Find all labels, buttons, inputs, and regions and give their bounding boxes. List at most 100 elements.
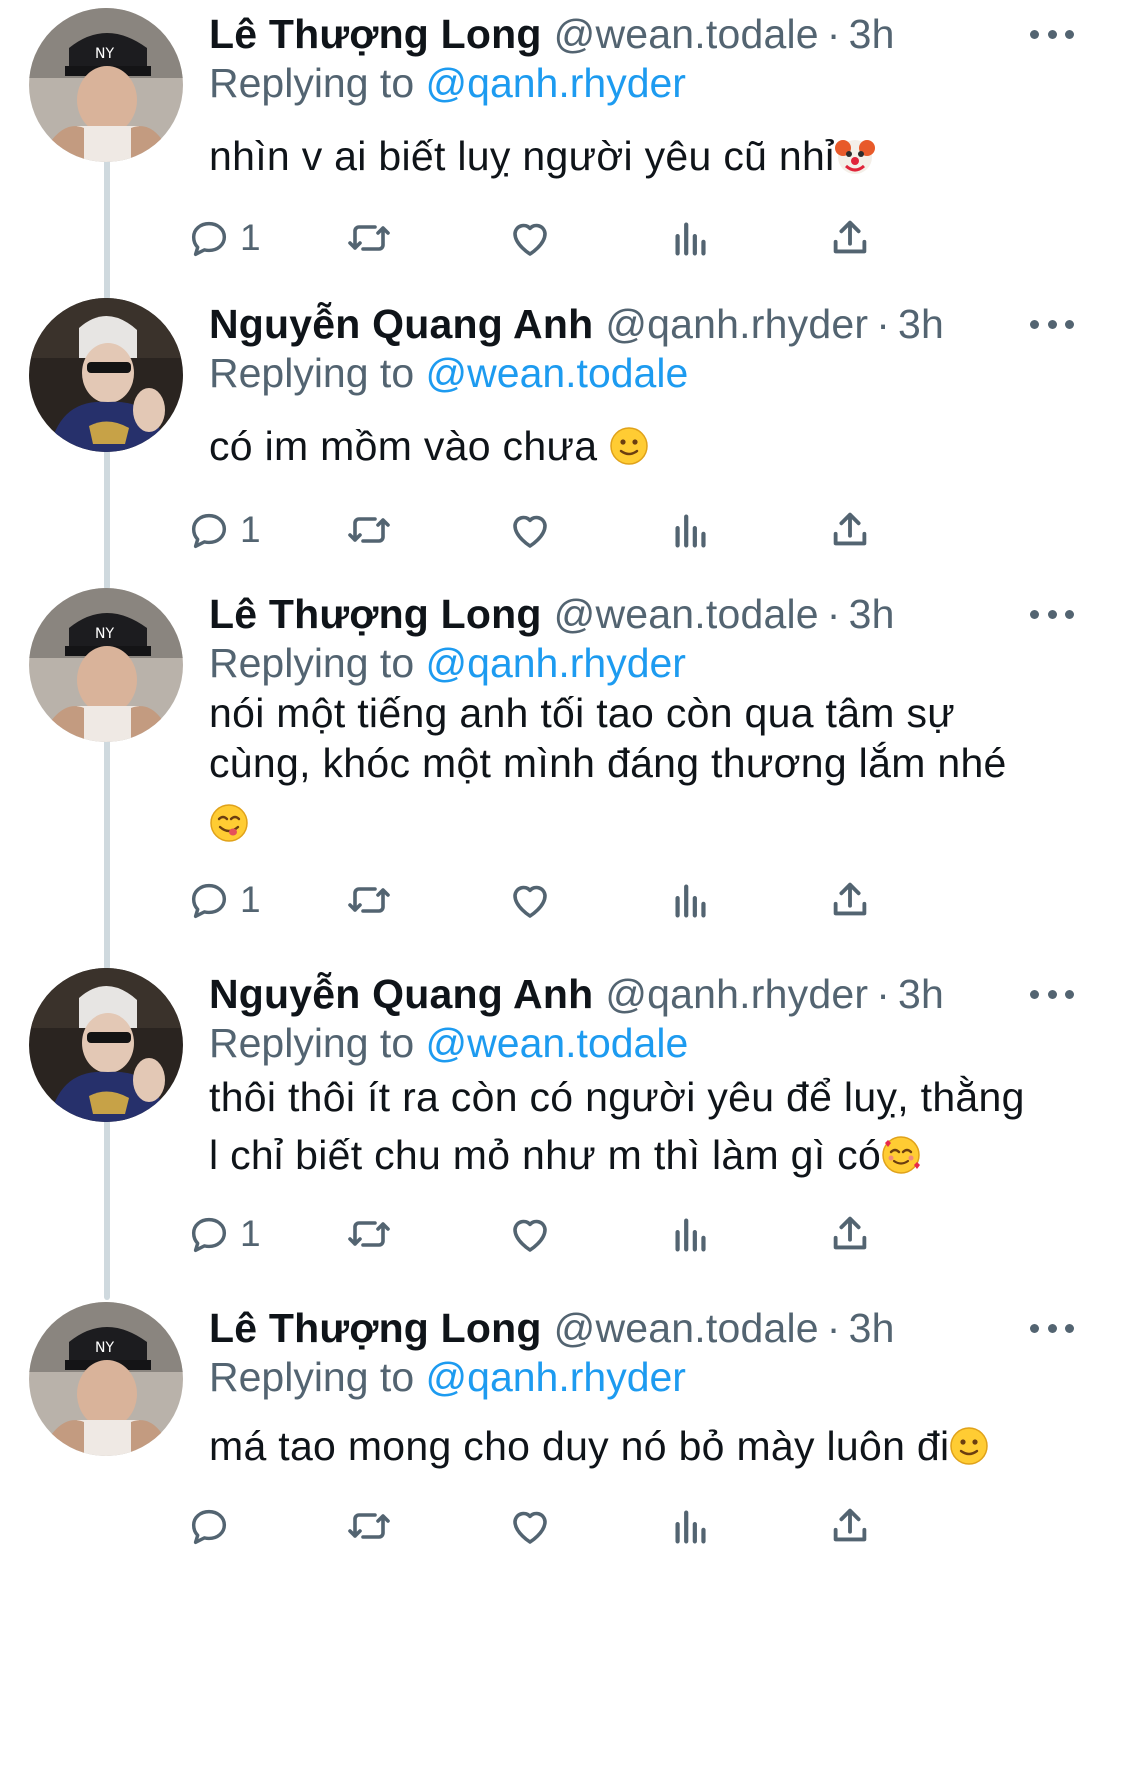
avatar[interactable]: NY — [29, 8, 183, 162]
more-dots-icon[interactable] — [1030, 980, 1074, 1008]
reply-count: 1 — [240, 1213, 261, 1254]
user-handle[interactable]: @wean.todale — [554, 591, 819, 638]
retweet-button[interactable] — [345, 1496, 393, 1556]
like-button[interactable] — [506, 1204, 554, 1264]
views-button[interactable] — [668, 1496, 714, 1556]
tweet-text-line: l chỉ biết chu mỏ như m thì làm gì có — [209, 1132, 882, 1178]
reply-button[interactable]: 1 — [186, 1204, 261, 1264]
views-button[interactable] — [668, 500, 714, 560]
separator-dot: · — [876, 970, 891, 1017]
reply-count: 1 — [240, 217, 261, 258]
heart-icon — [513, 1511, 547, 1544]
tweet-text: nói một tiếng anh tối tao còn qua tâm sự… — [209, 688, 1089, 848]
timestamp[interactable]: 3h — [849, 1305, 895, 1352]
tweet-text-line: cùng, khóc một mình đáng thương lắm nhé — [209, 740, 1007, 786]
user-handle[interactable]: @qanh.rhyder — [605, 301, 868, 348]
display-name[interactable]: Nguyễn Quang Anh — [209, 301, 593, 348]
retweet-button[interactable] — [345, 870, 393, 930]
bar-chart-icon — [675, 514, 706, 548]
views-button[interactable] — [668, 870, 714, 930]
reply-thread: NY Lê Thượng Long @wean.todale · 3h Repl… — [0, 0, 1125, 1786]
tweet-actions — [0, 1496, 1125, 1556]
display-name[interactable]: Lê Thượng Long — [209, 591, 542, 638]
share-button[interactable] — [827, 208, 873, 268]
replying-to-line: Replying to @wean.todale — [209, 1020, 688, 1067]
share-button[interactable] — [827, 870, 873, 930]
like-button[interactable] — [506, 1496, 554, 1556]
separator-dot: · — [826, 1304, 841, 1351]
share-button[interactable] — [827, 500, 873, 560]
reply-bubble-icon — [191, 1217, 227, 1253]
svg-text:NY: NY — [95, 1340, 114, 1356]
like-button[interactable] — [506, 870, 554, 930]
slightly-smiling-face-emoji — [609, 424, 649, 465]
reply-count: 1 — [240, 509, 261, 550]
reply-button[interactable] — [186, 1496, 240, 1556]
replying-to-handle-link[interactable]: @qanh.rhyder — [426, 1354, 686, 1400]
tweet-actions: 1 — [0, 1204, 1125, 1264]
user-handle[interactable]: @qanh.rhyder — [605, 971, 868, 1018]
separator-dot: · — [826, 10, 841, 57]
share-icon — [833, 220, 867, 254]
retweet-button[interactable] — [345, 500, 393, 560]
more-dots-icon[interactable] — [1030, 600, 1074, 628]
avatar[interactable]: NY — [29, 1302, 183, 1456]
retweet-button[interactable] — [345, 208, 393, 268]
retweet-icon — [348, 1221, 390, 1247]
tweet-actions: 1 — [0, 870, 1125, 930]
retweet-icon — [348, 225, 390, 251]
avatar[interactable]: NY — [29, 588, 183, 742]
replying-to-handle-link[interactable]: @qanh.rhyder — [426, 640, 686, 686]
views-button[interactable] — [668, 1204, 714, 1264]
timestamp[interactable]: 3h — [898, 971, 944, 1018]
bar-chart-icon — [675, 884, 706, 918]
share-button[interactable] — [827, 1204, 873, 1264]
replying-to-handle-link[interactable]: @qanh.rhyder — [426, 60, 686, 106]
timestamp[interactable]: 3h — [849, 591, 895, 638]
replying-to-handle-link[interactable]: @wean.todale — [426, 1020, 689, 1066]
user-handle[interactable]: @wean.todale — [554, 11, 819, 58]
share-button[interactable] — [827, 1496, 873, 1556]
user-handle[interactable]: @wean.todale — [554, 1305, 819, 1352]
tweet-text: có im mồm vào chưa — [209, 418, 1089, 474]
share-icon — [833, 1508, 867, 1542]
reply-button[interactable]: 1 — [186, 208, 261, 268]
tweet-text-line: thôi thôi ít ra còn có người yêu để luỵ,… — [209, 1074, 1025, 1120]
retweet-button[interactable] — [345, 1204, 393, 1264]
separator-dot: · — [826, 590, 841, 637]
face-savoring-food-emoji — [209, 803, 249, 843]
display-name[interactable]: Nguyễn Quang Anh — [209, 971, 593, 1018]
reply-bubble-icon — [191, 221, 227, 257]
retweet-icon — [348, 517, 390, 543]
replying-to-handle-link[interactable]: @wean.todale — [426, 350, 689, 396]
like-button[interactable] — [506, 208, 554, 268]
tweet-text: má tao mong cho duy nó bỏ mày luôn đi — [209, 1418, 1089, 1474]
tweet-text: thôi thôi ít ra còn có người yêu để luỵ,… — [209, 1068, 1089, 1184]
like-button[interactable] — [506, 500, 554, 560]
replying-to-label: Replying to — [209, 1354, 415, 1400]
display-name[interactable]: Lê Thượng Long — [209, 11, 542, 58]
heart-icon — [513, 885, 547, 918]
more-dots-icon[interactable] — [1030, 20, 1074, 48]
more-dots-icon[interactable] — [1030, 310, 1074, 338]
replying-to-label: Replying to — [209, 350, 415, 396]
clown-face-emoji — [834, 134, 875, 174]
tweet-text-content: có im mồm vào chưa — [209, 423, 609, 469]
timestamp[interactable]: 3h — [849, 11, 895, 58]
more-dots-icon[interactable] — [1030, 1314, 1074, 1342]
retweet-icon — [348, 1513, 390, 1539]
avatar[interactable] — [29, 968, 183, 1122]
tweet-text-line: nói một tiếng anh tối tao còn qua tâm sự — [209, 690, 955, 736]
reply-button[interactable]: 1 — [186, 500, 261, 560]
smiling-face-with-hearts-emoji — [881, 1132, 921, 1174]
share-icon — [833, 512, 867, 546]
replying-to-line: Replying to @qanh.rhyder — [209, 1354, 686, 1401]
display-name[interactable]: Lê Thượng Long — [209, 1305, 542, 1352]
share-icon — [833, 1216, 867, 1250]
timestamp[interactable]: 3h — [898, 301, 944, 348]
replying-to-line: Replying to @qanh.rhyder — [209, 640, 686, 687]
views-button[interactable] — [668, 208, 714, 268]
avatar[interactable] — [29, 298, 183, 452]
reply-button[interactable]: 1 — [186, 870, 261, 930]
retweet-icon — [348, 887, 390, 913]
